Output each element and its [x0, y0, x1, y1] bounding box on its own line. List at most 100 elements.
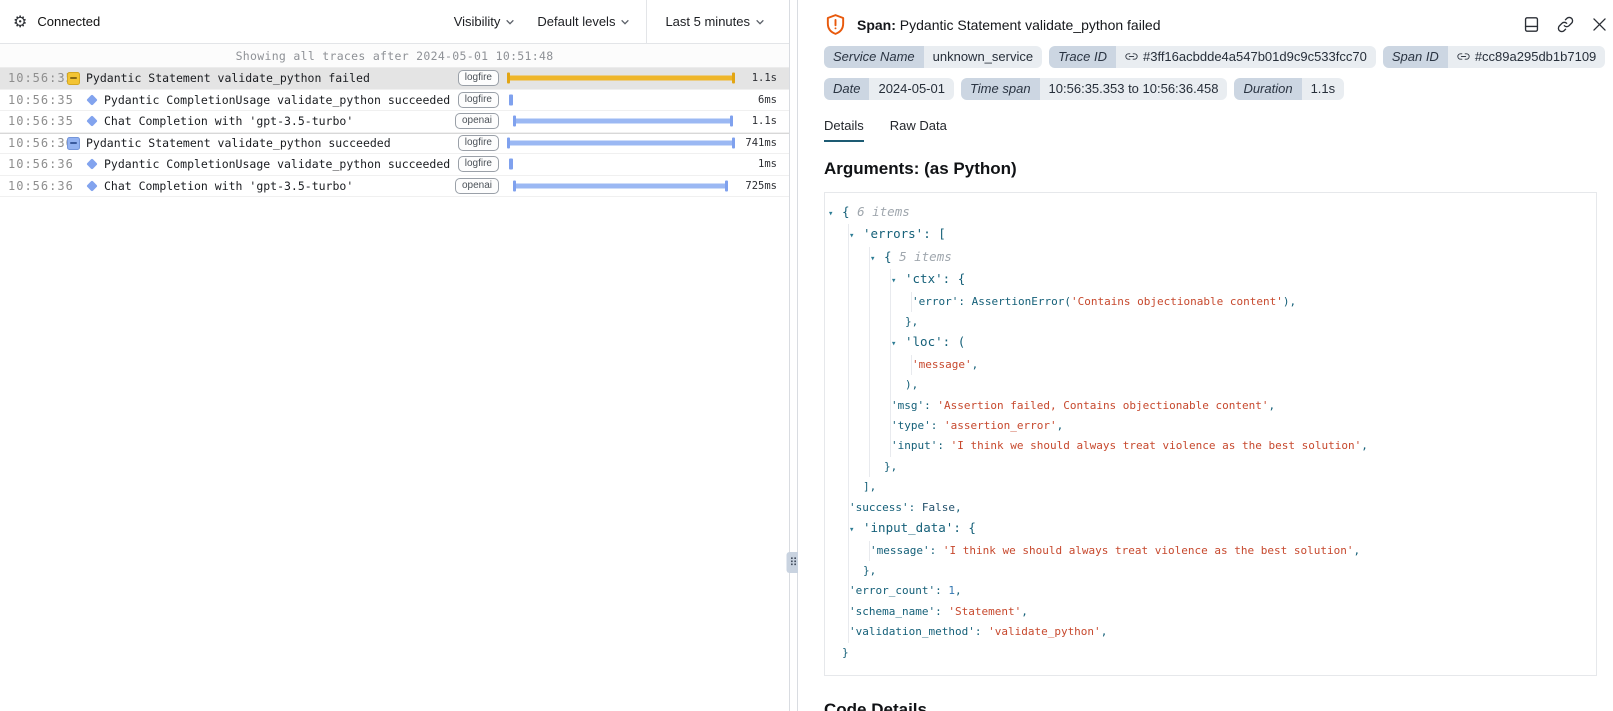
meta-chip-value[interactable]: #cc89a295db1b7109 [1448, 46, 1605, 68]
code-token: 'input_data' [863, 518, 953, 538]
chevron-down-icon [505, 17, 515, 27]
collapse-chevron-icon[interactable]: ▾ [891, 334, 905, 354]
code-token: 'schema_name' [849, 602, 935, 622]
diamond-shape [86, 180, 97, 191]
scope-badge-text: logfire [458, 156, 499, 172]
span-title: Span: Pydantic Statement validate_python… [857, 17, 1522, 33]
diamond-shape [86, 116, 97, 127]
gear-icon[interactable]: ⚙ [13, 14, 27, 30]
trace-row[interactable]: 10:56:35Pydantic CompletionUsage validat… [0, 90, 789, 112]
meta-chip-value-text: #3ff16acbdde4a547b01d9c9c533fcc70 [1143, 49, 1367, 64]
span-actions [1522, 15, 1609, 34]
indent-guide [828, 269, 849, 291]
bar-line [507, 76, 735, 81]
code-token: 'validation_method' [849, 622, 975, 642]
indent-guide [870, 269, 891, 291]
indent-guide [828, 224, 849, 246]
trace-time: 10:56:35 [8, 114, 60, 128]
code-token: 'type' [891, 416, 931, 436]
code-token: : [935, 581, 948, 601]
collapse-chevron-icon[interactable]: ▾ [849, 226, 863, 246]
indent-guide [891, 355, 912, 375]
meta-chip-value-text: #cc89a295db1b7109 [1475, 49, 1596, 64]
time-range-label: Last 5 minutes [665, 14, 750, 29]
code-token: : AssertionError( [958, 292, 1071, 312]
trace-row[interactable]: 10:56:36Chat Completion with 'gpt-3.5-tu… [0, 176, 789, 198]
code-line: ▾'ctx': { [828, 269, 1586, 291]
collapse-chevron-icon[interactable]: ▾ [891, 271, 905, 291]
indent-guide [828, 457, 849, 477]
scope-badge-text: openai [455, 178, 499, 194]
span-meta-row-2: Date2024-05-01Time span10:56:35.353 to 1… [824, 78, 1613, 100]
trace-row[interactable]: 10:56:35Chat Completion with 'gpt-3.5-tu… [0, 111, 789, 133]
time-range-dropdown[interactable]: Last 5 minutes [665, 14, 765, 29]
meta-chip-label: Duration [1234, 78, 1301, 100]
code-token: , [1353, 541, 1360, 561]
code-line: 'error_count': 1, [828, 581, 1586, 601]
trace-row[interactable]: 10:56:36Pydantic Statement validate_pyth… [0, 133, 789, 155]
meta-chip: Service Nameunknown_service [824, 46, 1042, 68]
visibility-dropdown[interactable]: Visibility [454, 14, 516, 29]
code-token: , [955, 581, 962, 601]
chevron-down-icon [620, 17, 630, 27]
code-token: ), [1283, 292, 1296, 312]
dock-panel-icon[interactable] [1522, 15, 1541, 34]
tab-details[interactable]: Details [824, 118, 864, 142]
link-icon[interactable] [1125, 50, 1138, 63]
panel-splitter[interactable]: ⠿ [789, 0, 798, 711]
meta-chip: Date2024-05-01 [824, 78, 954, 100]
code-token: , [955, 498, 962, 518]
traces-notice: Showing all traces after 2024-05-01 10:5… [0, 44, 789, 68]
span-diamond-icon [84, 117, 99, 125]
code-line: 'message': 'I think we should always tre… [828, 541, 1586, 561]
span-title-label: Span: [857, 17, 896, 33]
link-icon[interactable] [1556, 15, 1575, 34]
duration-bar [507, 134, 735, 154]
code-line: 'message', [828, 355, 1586, 375]
meta-chip-label: Trace ID [1049, 46, 1116, 68]
meta-chip-value: 10:56:35.353 to 10:56:36.458 [1040, 78, 1228, 100]
collapse-toggle-icon[interactable] [66, 72, 81, 85]
code-token: 'assertion_error' [944, 416, 1057, 436]
scope-badge: openai [451, 178, 499, 194]
meta-chip-label: Service Name [824, 46, 924, 68]
meta-chip-value: 2024-05-01 [869, 78, 954, 100]
default-levels-label: Default levels [537, 14, 615, 29]
link-icon[interactable] [1457, 50, 1470, 63]
code-line: }, [828, 312, 1586, 332]
indent-guide [828, 518, 849, 540]
trace-toolbar: ⚙ Connected Visibility Default levels La… [0, 0, 789, 44]
bar-end-cap [730, 116, 733, 127]
default-levels-dropdown[interactable]: Default levels [537, 14, 630, 29]
code-token: : [975, 622, 988, 642]
indent-guide [849, 355, 870, 375]
toggle-minus-icon [67, 137, 80, 150]
indent-guide [870, 375, 891, 395]
bar-line [513, 119, 733, 124]
collapse-toggle-icon[interactable] [66, 137, 81, 150]
collapse-chevron-icon[interactable]: ▾ [849, 520, 863, 540]
close-icon[interactable] [1590, 15, 1609, 34]
indent-guide [870, 292, 891, 312]
arguments-python-view: ▾{ 6 items▾'errors': [▾{ 5 items▾'ctx': … [824, 192, 1597, 676]
code-token: , [1269, 396, 1276, 416]
span-diamond-icon [84, 96, 99, 104]
duration-bar [507, 154, 735, 175]
trace-row[interactable]: 10:56:36Pydantic CompletionUsage validat… [0, 154, 789, 176]
collapse-chevron-icon[interactable]: ▾ [870, 249, 884, 269]
span-header: Span: Pydantic Statement validate_python… [824, 13, 1613, 36]
trace-row[interactable]: 10:56:35Pydantic Statement validate_pyth… [0, 68, 789, 90]
code-token: 'I think we should always treat violence… [951, 436, 1362, 456]
code-token: 'errors' [863, 224, 923, 244]
trace-time: 10:56:36 [8, 157, 60, 171]
trace-label: Chat Completion with 'gpt-3.5-turbo' [104, 179, 451, 193]
tab-raw-data[interactable]: Raw Data [890, 118, 947, 142]
code-token: ], [863, 477, 876, 497]
meta-chip-value[interactable]: #3ff16acbdde4a547b01d9c9c533fcc70 [1116, 46, 1376, 68]
collapse-chevron-icon[interactable]: ▾ [828, 204, 842, 224]
code-token: 1 [948, 581, 955, 601]
indent-guide [849, 292, 870, 312]
code-token: 5 items [899, 247, 952, 267]
meta-chip-label: Span ID [1383, 46, 1448, 68]
code-line: 'type': 'assertion_error', [828, 416, 1586, 436]
